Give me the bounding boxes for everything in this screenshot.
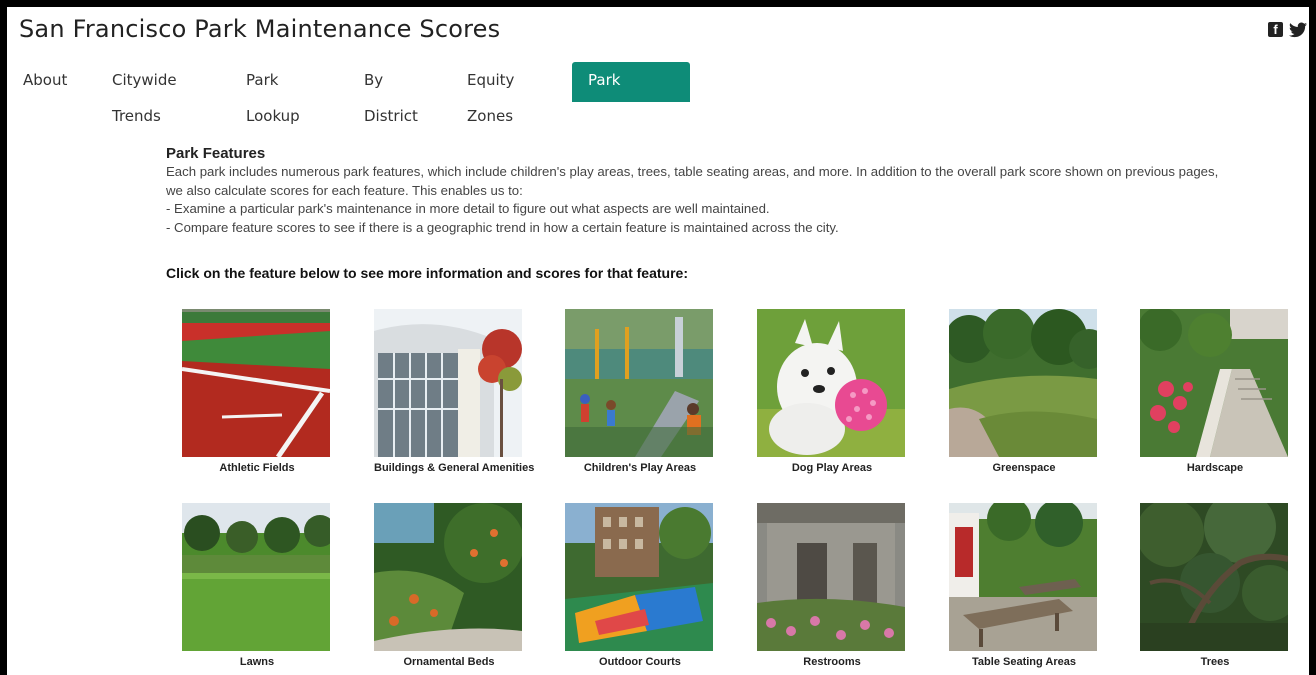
feature-card-greenspace[interactable]: Greenspace	[949, 309, 1099, 474]
outdoor-courts-image	[565, 503, 713, 651]
intro-text-line1: Each park includes numerous park feature…	[166, 164, 1219, 179]
feature-card-hardscape[interactable]: Hardscape	[1140, 309, 1290, 474]
table-seating-areas-image	[949, 503, 1097, 651]
feature-card-athletic-fields[interactable]: Athletic Fields	[182, 309, 332, 474]
twitter-icon[interactable]	[1289, 22, 1307, 38]
athletic-fields-image	[182, 309, 330, 457]
feature-label: Greenspace	[992, 462, 1056, 474]
feature-card-table-seating-areas[interactable]: Table Seating Areas	[949, 503, 1099, 668]
tab-about[interactable]: About	[7, 62, 95, 102]
facebook-icon[interactable]: f	[1268, 22, 1283, 37]
feature-card-restrooms[interactable]: Restrooms	[757, 503, 907, 668]
nav-tabs: About Citywide Trends Park Lookup By Dis…	[7, 62, 690, 125]
page-frame: San Francisco Park Maintenance Scores f …	[7, 7, 1309, 675]
feature-card-dog-play-areas[interactable]: Dog Play Areas	[757, 309, 907, 474]
main-content: Park Features Each park includes numerou…	[166, 145, 1306, 281]
feature-card-lawns[interactable]: Lawns	[182, 503, 332, 668]
feature-label: Dog Play Areas	[791, 462, 873, 474]
tab-equity-zones[interactable]: Equity Zones	[451, 62, 571, 125]
section-heading: Park Features	[166, 145, 266, 162]
social-links: f	[1268, 22, 1307, 38]
feature-label: Outdoor Courts	[599, 656, 681, 668]
hardscape-image	[1140, 309, 1288, 457]
tab-citywide-trends[interactable]: Citywide Trends	[96, 62, 229, 125]
feature-card-outdoor-courts[interactable]: Outdoor Courts	[565, 503, 715, 668]
feature-label: Lawns	[239, 656, 275, 668]
restrooms-image	[757, 503, 905, 651]
feature-label: Restrooms	[803, 656, 861, 668]
tab-by-district[interactable]: By District	[348, 62, 450, 125]
feature-label: Athletic Fields	[219, 462, 295, 474]
intro-text-line2: we also calculate scores for each featur…	[166, 182, 523, 198]
bullet-item: - Compare feature scores to see if there…	[166, 219, 839, 235]
tab-park-lookup[interactable]: Park Lookup	[230, 62, 347, 125]
lawns-image	[182, 503, 330, 651]
feature-label: Table Seating Areas	[972, 656, 1076, 668]
dog-play-areas-image	[757, 309, 905, 457]
tab-park-features[interactable]: Park Features	[572, 62, 690, 125]
greenspace-image	[949, 309, 1097, 457]
buildings-image	[374, 309, 522, 457]
cta-text: Click on the feature below to see more i…	[166, 265, 688, 281]
feature-label: Hardscape	[1186, 462, 1244, 474]
trees-image	[1140, 503, 1288, 651]
feature-card-buildings[interactable]: Buildings & General Amenities	[374, 309, 535, 474]
bullet-item: - Examine a particular park's maintenanc…	[166, 201, 770, 216]
feature-label: Children's Play Areas	[583, 462, 697, 474]
feature-label: Buildings & General Amenities	[374, 462, 535, 474]
childrens-play-areas-image	[565, 309, 713, 457]
feature-card-childrens-play-areas[interactable]: Children's Play Areas	[565, 309, 715, 474]
feature-card-ornamental-beds[interactable]: Ornamental Beds	[374, 503, 524, 668]
page-title: San Francisco Park Maintenance Scores	[19, 15, 501, 43]
ornamental-beds-image	[374, 503, 522, 651]
feature-label: Trees	[1200, 656, 1230, 668]
feature-card-trees[interactable]: Trees	[1140, 503, 1290, 668]
feature-label: Ornamental Beds	[403, 656, 495, 668]
